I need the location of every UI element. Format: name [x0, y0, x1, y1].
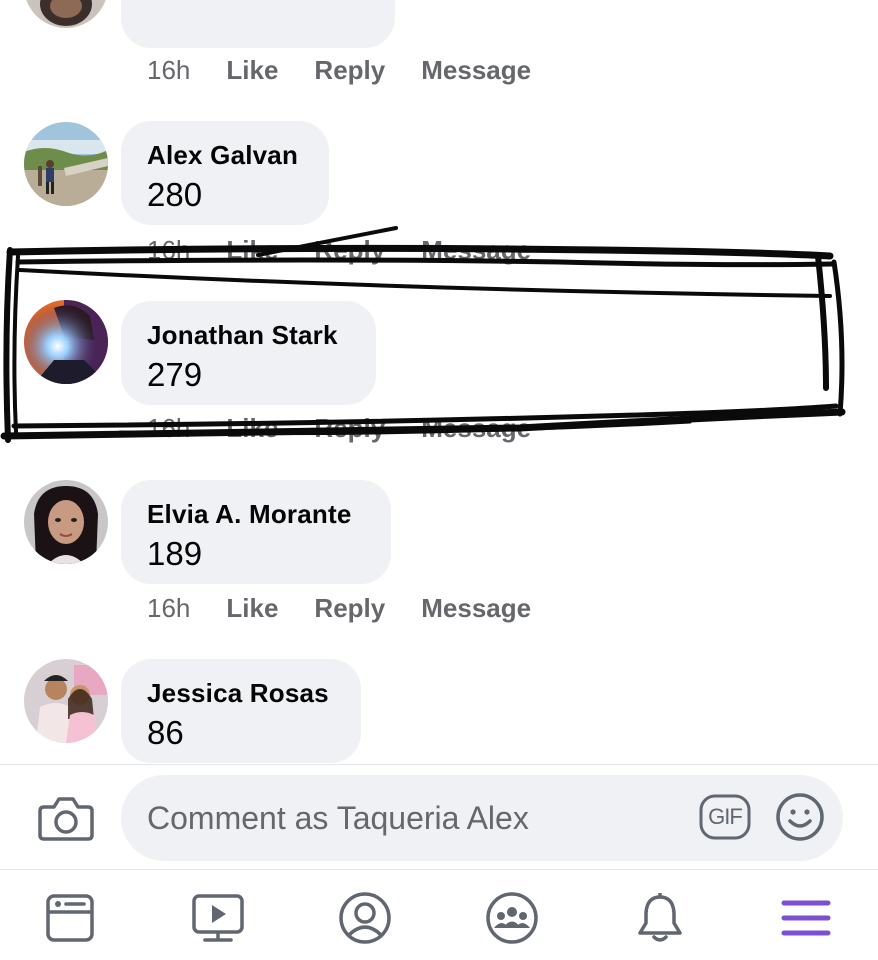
gif-button[interactable]: GIF	[698, 793, 752, 841]
comment-bubble: Alex Galvan 280	[121, 121, 329, 225]
profile-icon[interactable]	[335, 888, 395, 948]
comment-actions: 16h Like Reply Message	[147, 230, 567, 270]
groups-icon[interactable]	[482, 888, 542, 948]
comment-bubble: Jessica Rosas 86	[121, 659, 361, 763]
smiley-icon[interactable]	[774, 791, 826, 843]
like-button[interactable]: Like	[226, 593, 278, 624]
like-button[interactable]: Like	[226, 235, 278, 266]
reply-button[interactable]: Reply	[314, 235, 385, 266]
comment-text: 86	[147, 714, 184, 751]
comment-time: 16h	[147, 234, 191, 265]
avatar[interactable]	[24, 0, 108, 28]
commenter-name[interactable]: Jonathan Stark	[147, 319, 350, 351]
menu-icon[interactable]	[776, 888, 836, 948]
message-button[interactable]: Message	[421, 413, 531, 444]
comment-text: 232	[147, 0, 369, 8]
comment-time: 16h	[147, 412, 191, 443]
comment-bubble: 232	[121, 0, 395, 48]
avatar[interactable]	[24, 300, 108, 384]
comment-placeholder: Comment as Taqueria Alex	[147, 799, 529, 836]
comment-text: 189	[147, 535, 203, 572]
reply-button[interactable]: Reply	[314, 593, 385, 624]
commenter-name[interactable]: Jessica Rosas	[147, 677, 335, 709]
message-button[interactable]: Message	[421, 235, 531, 266]
message-button[interactable]: Message	[421, 593, 531, 624]
commenter-name[interactable]: Elvia A. Morante	[147, 498, 365, 530]
reply-button[interactable]: Reply	[314, 413, 385, 444]
comment-actions: 16h Like Reply Message	[147, 408, 567, 448]
like-button[interactable]: Like	[226, 413, 278, 444]
avatar[interactable]	[24, 122, 108, 206]
commenter-name[interactable]: Alex Galvan	[147, 139, 303, 171]
like-button[interactable]: Like	[226, 55, 278, 86]
watch-video-icon[interactable]	[188, 888, 248, 948]
notifications-bell-icon[interactable]	[630, 888, 690, 948]
camera-icon[interactable]	[38, 795, 94, 841]
news-feed-icon[interactable]	[40, 888, 100, 948]
comment-composer: Comment as Taqueria Alex GIF	[0, 764, 878, 870]
comment-time: 16h	[147, 592, 191, 623]
bottom-tab-bar	[0, 870, 878, 960]
gif-label: GIF	[708, 804, 743, 829]
comment-actions: 16h Like Reply Message	[147, 50, 567, 90]
avatar[interactable]	[24, 480, 108, 564]
comment-bubble: Elvia A. Morante 189	[121, 480, 391, 584]
comment-text: 280	[147, 176, 203, 213]
comment-text: 279	[147, 356, 203, 393]
message-button[interactable]: Message	[421, 55, 531, 86]
reply-button[interactable]: Reply	[314, 55, 385, 86]
comment-bubble: Jonathan Stark 279	[121, 301, 376, 405]
comment-actions: 16h Like Reply Message	[147, 588, 567, 628]
avatar[interactable]	[24, 659, 108, 743]
comment-time: 16h	[147, 54, 191, 85]
